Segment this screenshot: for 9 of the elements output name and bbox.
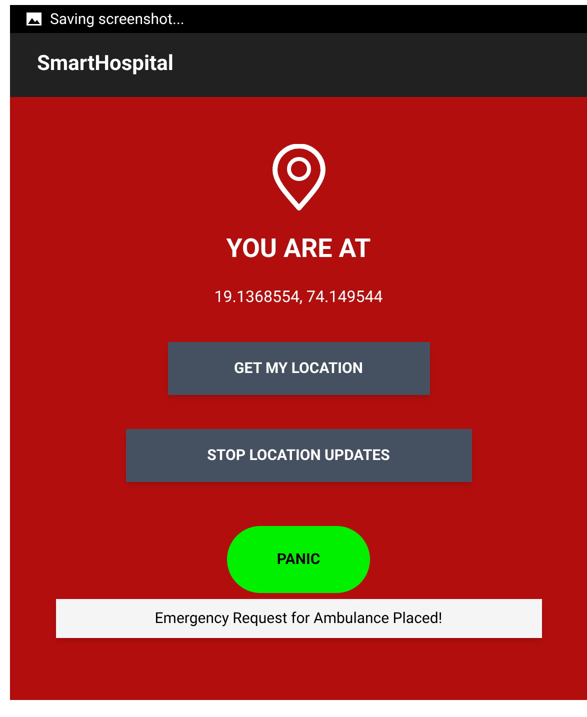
panic-button[interactable]: PANIC [227,526,370,593]
image-icon [26,12,42,26]
app-title: SmartHospital [37,51,174,78]
action-button[interactable]: GET MY LOCATION [168,342,430,395]
notification-text: Saving screenshot... [50,8,184,30]
action-button[interactable]: STOP LOCATION UPDATES [126,429,472,482]
location-heading: YOU ARE AT [226,233,371,266]
coordinates-text: 19.1368554, 74.149544 [214,286,383,308]
toast-message: Emergency Request for Ambulance Placed! [56,599,542,638]
